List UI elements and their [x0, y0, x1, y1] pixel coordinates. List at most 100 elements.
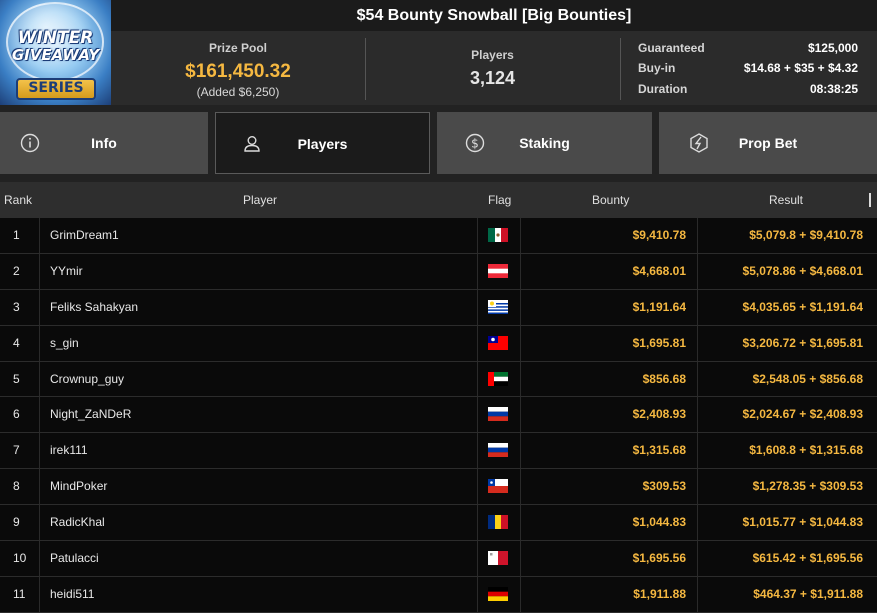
tab-prop-bet[interactable]: Prop Bet [659, 112, 877, 174]
column-divider [39, 576, 40, 612]
header-divider [620, 38, 621, 100]
result-cell: $4,035.65 + $1,191.64 [742, 299, 863, 314]
table-row[interactable]: 2 YYmir $4,668.01 $5,078.86 + $4,668.01 [0, 253, 877, 290]
column-divider [477, 361, 478, 397]
player-name[interactable]: Patulacci [50, 541, 99, 576]
column-divider [697, 433, 698, 469]
result-cell: $464.37 + $1,911.88 [753, 586, 863, 601]
column-divider [39, 325, 40, 361]
column-divider [477, 505, 478, 541]
table-row[interactable]: 6 Night_ZaNDeR $2,408.93 $2,024.67 + $2,408… [0, 397, 877, 434]
prize-pool-label: Prize Pool [208, 41, 267, 55]
column-divider [697, 218, 698, 253]
result-cell: $2,548.05 + $856.68 [752, 371, 863, 386]
prize-pool-section: Prize Pool $161,450.32 (Added $6,250) [111, 31, 365, 105]
result-cell: $615.42 + $1,695.56 [752, 551, 863, 566]
player-name[interactable]: RadicKhal [50, 505, 105, 540]
column-bounty[interactable]: Bounty [592, 182, 629, 218]
table-row[interactable]: 8 MindPoker $309.53 $1,278.35 + $309.53 [0, 469, 877, 506]
bounty-cell: $1,315.68 [632, 443, 686, 458]
column-divider [520, 253, 521, 289]
table-header: Rank Player Flag Bounty Result [0, 182, 877, 218]
result-cell: $1,278.35 + $309.53 [752, 479, 863, 494]
bounty-cell: $2,408.93 [632, 407, 686, 422]
column-player[interactable]: Player [243, 182, 277, 218]
bounty-cell: $9,410.78 [632, 228, 686, 242]
buyin-value: $14.68 + $35 + $4.32 [743, 61, 858, 75]
buyin-label: Buy-in [638, 61, 676, 75]
germany-flag [488, 586, 508, 601]
player-name[interactable]: YYmir [50, 254, 83, 289]
tab-staking[interactable]: $ Staking [437, 112, 652, 174]
column-result[interactable]: Result [769, 182, 803, 218]
uae-flag [488, 371, 508, 386]
players-count: 3,124 [469, 68, 516, 88]
column-divider [520, 576, 521, 612]
column-flag[interactable]: Flag [488, 182, 511, 218]
logo-line-1: WINTER [17, 28, 94, 48]
table-row[interactable]: 9 RadicKhal $1,044.83 $1,015.77 + $1,044.83 [0, 505, 877, 542]
table-row[interactable]: 5 Crownup_guy $856.68 $2,548.05 + $856.68 [0, 361, 877, 398]
player-name[interactable]: s_gin [50, 326, 79, 361]
rank-cell: 9 [13, 515, 20, 530]
bounty-cell: $1,695.56 [632, 551, 686, 566]
column-divider [697, 325, 698, 361]
bounty-cell: $856.68 [642, 371, 686, 386]
column-divider [520, 397, 521, 433]
prize-pool-value: $161,450.32 [185, 61, 291, 82]
column-divider [477, 397, 478, 433]
column-divider [697, 469, 698, 505]
bounty-cell: $309.53 [642, 479, 686, 494]
malta-flag [488, 551, 508, 566]
column-divider [477, 325, 478, 361]
rank-cell: 4 [13, 335, 20, 350]
player-name[interactable]: Night_ZaNDeR [50, 397, 131, 432]
player-name[interactable]: MindPoker [50, 469, 107, 504]
player-name[interactable]: irek111 [50, 433, 88, 468]
tab-players[interactable]: Players [215, 112, 430, 174]
rank-cell: 11 [13, 586, 26, 601]
rank-cell: 3 [13, 299, 20, 314]
column-divider [697, 505, 698, 541]
tab-info[interactable]: Info [0, 112, 208, 174]
chile-flag [488, 479, 508, 494]
player-name[interactable]: Feliks Sahakyan [50, 290, 138, 325]
table-row[interactable]: 10 Patulacci $1,695.56 $615.42 + $1,695.56 [0, 541, 877, 577]
column-divider [520, 325, 521, 361]
column-divider [697, 361, 698, 397]
austria-flag [488, 263, 508, 278]
bounty-cell: $4,668.01 [632, 263, 686, 278]
duration-value: 08:38:25 [809, 82, 858, 96]
bounty-cell: $1,695.81 [632, 335, 686, 350]
column-divider [520, 541, 521, 576]
rank-cell: 2 [13, 263, 20, 278]
player-name[interactable]: heidi511 [50, 577, 94, 612]
table-row[interactable]: 11 heidi511 $1,911.88 $464.37 + $1,911.88 [0, 576, 877, 613]
result-cell: $1,608.8 + $1,315.68 [749, 443, 863, 458]
duration-label: Duration [638, 82, 688, 96]
column-divider [520, 289, 521, 325]
bounty-cell: $1,191.64 [632, 299, 686, 314]
table-row[interactable]: 7 irek111 $1,315.68 $1,608.8 + $1,315.68 [0, 433, 877, 470]
taiwan-flag [488, 335, 508, 350]
guaranteed-label: Guaranteed [638, 41, 705, 55]
rank-cell: 6 [13, 407, 20, 422]
bounty-cell: $1,911.88 [633, 586, 686, 601]
table-row[interactable]: 4 s_gin $1,695.81 $3,206.72 + $1,695.81 [0, 325, 877, 362]
logo-line-3: SERIES [28, 80, 84, 96]
uruguay-flag [488, 299, 508, 314]
column-divider [697, 541, 698, 576]
player-name[interactable]: GrimDream1 [50, 218, 119, 253]
column-divider [39, 218, 40, 253]
player-name[interactable]: Crownup_guy [50, 362, 124, 397]
table-row[interactable]: 3 Feliks Sahakyan $1,191.64 $4,035.65 + $1,… [0, 289, 877, 326]
scrollbar-indicator[interactable] [869, 193, 871, 207]
column-divider [477, 218, 478, 253]
russia-flag [488, 443, 508, 458]
column-rank[interactable]: Rank [4, 182, 32, 218]
column-divider [697, 253, 698, 289]
column-divider [39, 397, 40, 433]
table-row[interactable]: 1 GrimDream1 $9,410.78 $5,079.8 + $9,410.78 [0, 218, 877, 254]
logo-line-2: GIVEAWAY [11, 46, 100, 64]
rank-cell: 5 [13, 371, 20, 386]
